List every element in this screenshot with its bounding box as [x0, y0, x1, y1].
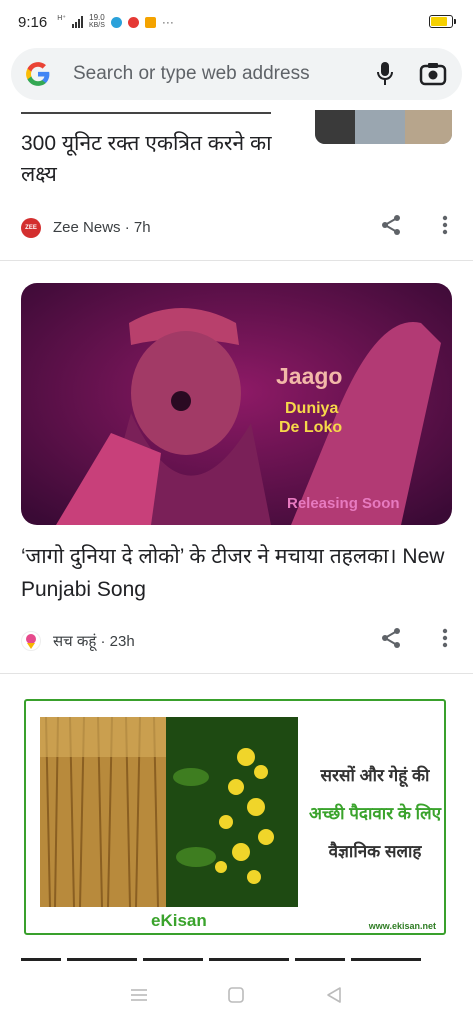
article-source-row: सच कहूं · 23h [21, 627, 452, 654]
ekisan-logo: eKisan [151, 911, 207, 930]
ad-url[interactable]: www.ekisan.net [369, 921, 436, 931]
hero-tagline: Releasing Soon [287, 495, 400, 512]
signal-group: H⁺ 19.0 KB/S ··· [57, 14, 174, 30]
battery-fill [431, 17, 447, 26]
ad-line2: अच्छी पैदावार के लिए [308, 804, 441, 823]
net-speed: 19.0 KB/S [89, 14, 105, 30]
more-vertical-icon[interactable] [442, 215, 448, 240]
back-icon[interactable] [319, 980, 349, 1010]
ad-line1: सरसों और गेहूं की [320, 766, 430, 785]
search-placeholder[interactable]: Search or type web address [73, 63, 352, 85]
hero-line2: De Loko [279, 419, 343, 436]
home-icon[interactable] [221, 980, 251, 1010]
ad-line3: वैज्ञानिक सलाह [328, 842, 422, 861]
discover-feed[interactable]: 300 यूनिट रक्त एकत्रित करने का लक्ष्य ZE… [0, 110, 473, 966]
mic-icon[interactable] [370, 59, 400, 89]
telegram-icon [110, 16, 122, 28]
network-type: H⁺ [57, 15, 66, 22]
search-bar[interactable]: Search or type web address [11, 48, 462, 100]
menu-icon[interactable] [124, 980, 154, 1010]
mustard-image [166, 717, 298, 907]
sach-kahoon-logo [21, 630, 41, 651]
wheat-image [40, 717, 166, 907]
google-g-icon [26, 62, 50, 86]
article-hero-image[interactable]: Jaago Duniya De Loko Releasing Soon [21, 283, 452, 525]
more-vertical-icon[interactable] [442, 628, 448, 653]
app-notification-icon [127, 16, 139, 28]
article-source-row: ZEE Zee News · 7h [21, 214, 452, 241]
camera-icon[interactable] [418, 59, 448, 89]
share-icon[interactable] [380, 214, 402, 241]
ad-headline: सरसों और गेहूं की अच्छी पैदावार के लिए व… [304, 757, 446, 871]
article-title[interactable]: 300 यूनिट रक्त एकत्रित करने का लक्ष्य [21, 128, 311, 190]
article-source: सच कहूं · 23h [53, 632, 135, 650]
status-bar: 9:16 H⁺ 19.0 KB/S ··· [0, 0, 473, 44]
battery-icon [429, 15, 456, 28]
more-notifications: ··· [161, 15, 174, 29]
status-time: 9:16 [18, 13, 48, 31]
zee-news-logo: ZEE [21, 217, 41, 238]
net-speed-unit: KB/S [88, 22, 105, 29]
article-actions [380, 214, 448, 241]
title-clipped-line [21, 110, 311, 116]
system-nav-bar [0, 966, 473, 1024]
signal-bars-icon [71, 16, 83, 28]
article-actions [380, 627, 448, 654]
net-speed-value: 19.0 [89, 13, 105, 22]
hero-title: Jaago [276, 363, 343, 389]
article-title[interactable]: ‘जागो दुनिया दे लोको’ के टीजर ने मचाया त… [21, 540, 461, 606]
article-thumbnail[interactable] [315, 110, 452, 144]
hero-line1: Duniya [285, 400, 339, 417]
card-divider [0, 260, 473, 261]
share-icon[interactable] [380, 627, 402, 654]
star-notification-icon [144, 16, 156, 28]
card-divider [0, 673, 473, 674]
ad-banner[interactable]: सरसों और गेहूं की अच्छी पैदावार के लिए व… [24, 699, 446, 935]
article-source: Zee News · 7h [53, 219, 151, 236]
next-title-peek [21, 958, 452, 966]
